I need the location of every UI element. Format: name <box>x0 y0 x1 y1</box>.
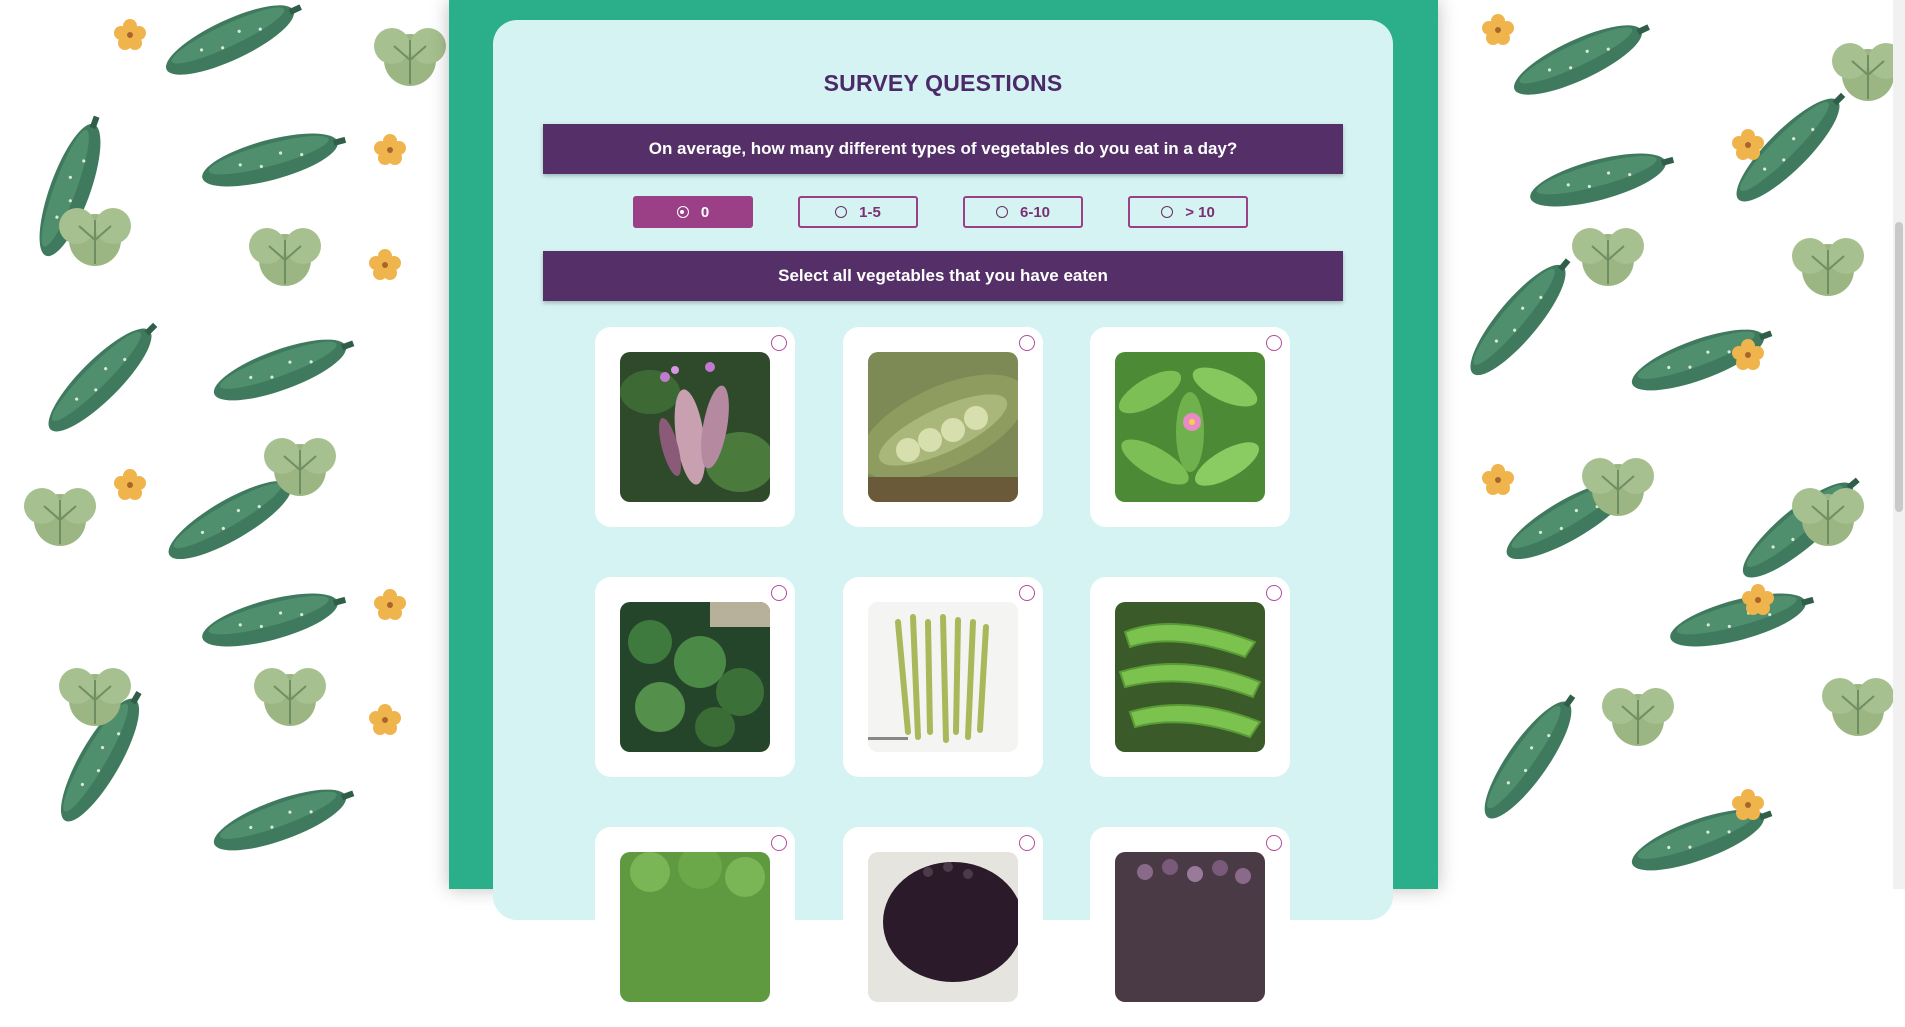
left-pattern-background <box>0 0 449 889</box>
vegetable-tile-winged-bean[interactable] <box>1090 577 1290 777</box>
lima-bean-pod-photo <box>868 352 1018 502</box>
option-label: 6-10 <box>1019 203 1051 221</box>
malabar-spinach-photo <box>620 602 770 752</box>
page-scrollbar[interactable] <box>1893 0 1905 889</box>
option-label: 0 <box>700 203 710 221</box>
vegetable-tile-lima-bean[interactable] <box>843 327 1043 527</box>
right-pattern-background <box>1438 0 1905 889</box>
vegetable-tile-green-beans[interactable] <box>843 577 1043 777</box>
tile-checkbox[interactable] <box>1019 335 1035 351</box>
winged-bean-photo <box>1115 602 1265 752</box>
question-1-label: On average, how many different types of … <box>543 124 1343 174</box>
question-1-options: 0 1-5 6-10 > 10 <box>493 196 1393 232</box>
survey-card: SURVEY QUESTIONS On average, how many di… <box>493 20 1393 1027</box>
cucumber-leaf-pattern <box>23 0 447 863</box>
tile-checkbox[interactable] <box>771 335 787 351</box>
option-over-10-button[interactable]: > 10 <box>1128 196 1248 228</box>
purple-beans-photo <box>1115 852 1265 1002</box>
tile-checkbox[interactable] <box>1266 335 1282 351</box>
purple-hyacinth-bean-photo <box>620 352 770 502</box>
vegetable-tile-dark-berries[interactable] <box>843 827 1043 1027</box>
vegetable-tile-leafy-greens[interactable] <box>595 827 795 1027</box>
talinum-leaf-photo <box>1115 352 1265 502</box>
vegetable-tile-malabar-spinach[interactable] <box>595 577 795 777</box>
green-bean-bundle-photo <box>868 602 1018 752</box>
leafy-greens-photo <box>620 852 770 1002</box>
tile-checkbox[interactable] <box>1019 585 1035 601</box>
option-6-10-button[interactable]: 6-10 <box>963 196 1083 228</box>
option-1-5-button[interactable]: 1-5 <box>798 196 918 228</box>
scrollbar-thumb[interactable] <box>1895 222 1903 512</box>
vegetable-tile-purple-beans[interactable] <box>1090 827 1290 1027</box>
radio-empty-icon <box>835 206 848 218</box>
radio-empty-icon <box>995 206 1008 218</box>
cucumber-leaf-pattern <box>1457 8 1905 883</box>
radio-selected-icon <box>676 206 689 218</box>
radio-empty-icon <box>1161 206 1174 218</box>
option-label: > 10 <box>1185 203 1215 221</box>
dark-berries-photo <box>868 852 1018 1002</box>
tile-checkbox[interactable] <box>771 585 787 601</box>
tile-checkbox[interactable] <box>1266 585 1282 601</box>
vegetable-tile-purple-hyacinth-bean[interactable] <box>595 327 795 527</box>
tile-checkbox[interactable] <box>1266 835 1282 851</box>
question-2-label: Select all vegetables that you have eate… <box>543 251 1343 301</box>
option-0-button[interactable]: 0 <box>633 196 753 228</box>
option-label: 1-5 <box>859 203 881 221</box>
vegetable-tile-talinum[interactable] <box>1090 327 1290 527</box>
tile-checkbox[interactable] <box>771 835 787 851</box>
survey-frame: SURVEY QUESTIONS On average, how many di… <box>449 0 1438 1027</box>
page-title: SURVEY QUESTIONS <box>823 70 1063 96</box>
tile-checkbox[interactable] <box>1019 835 1035 851</box>
